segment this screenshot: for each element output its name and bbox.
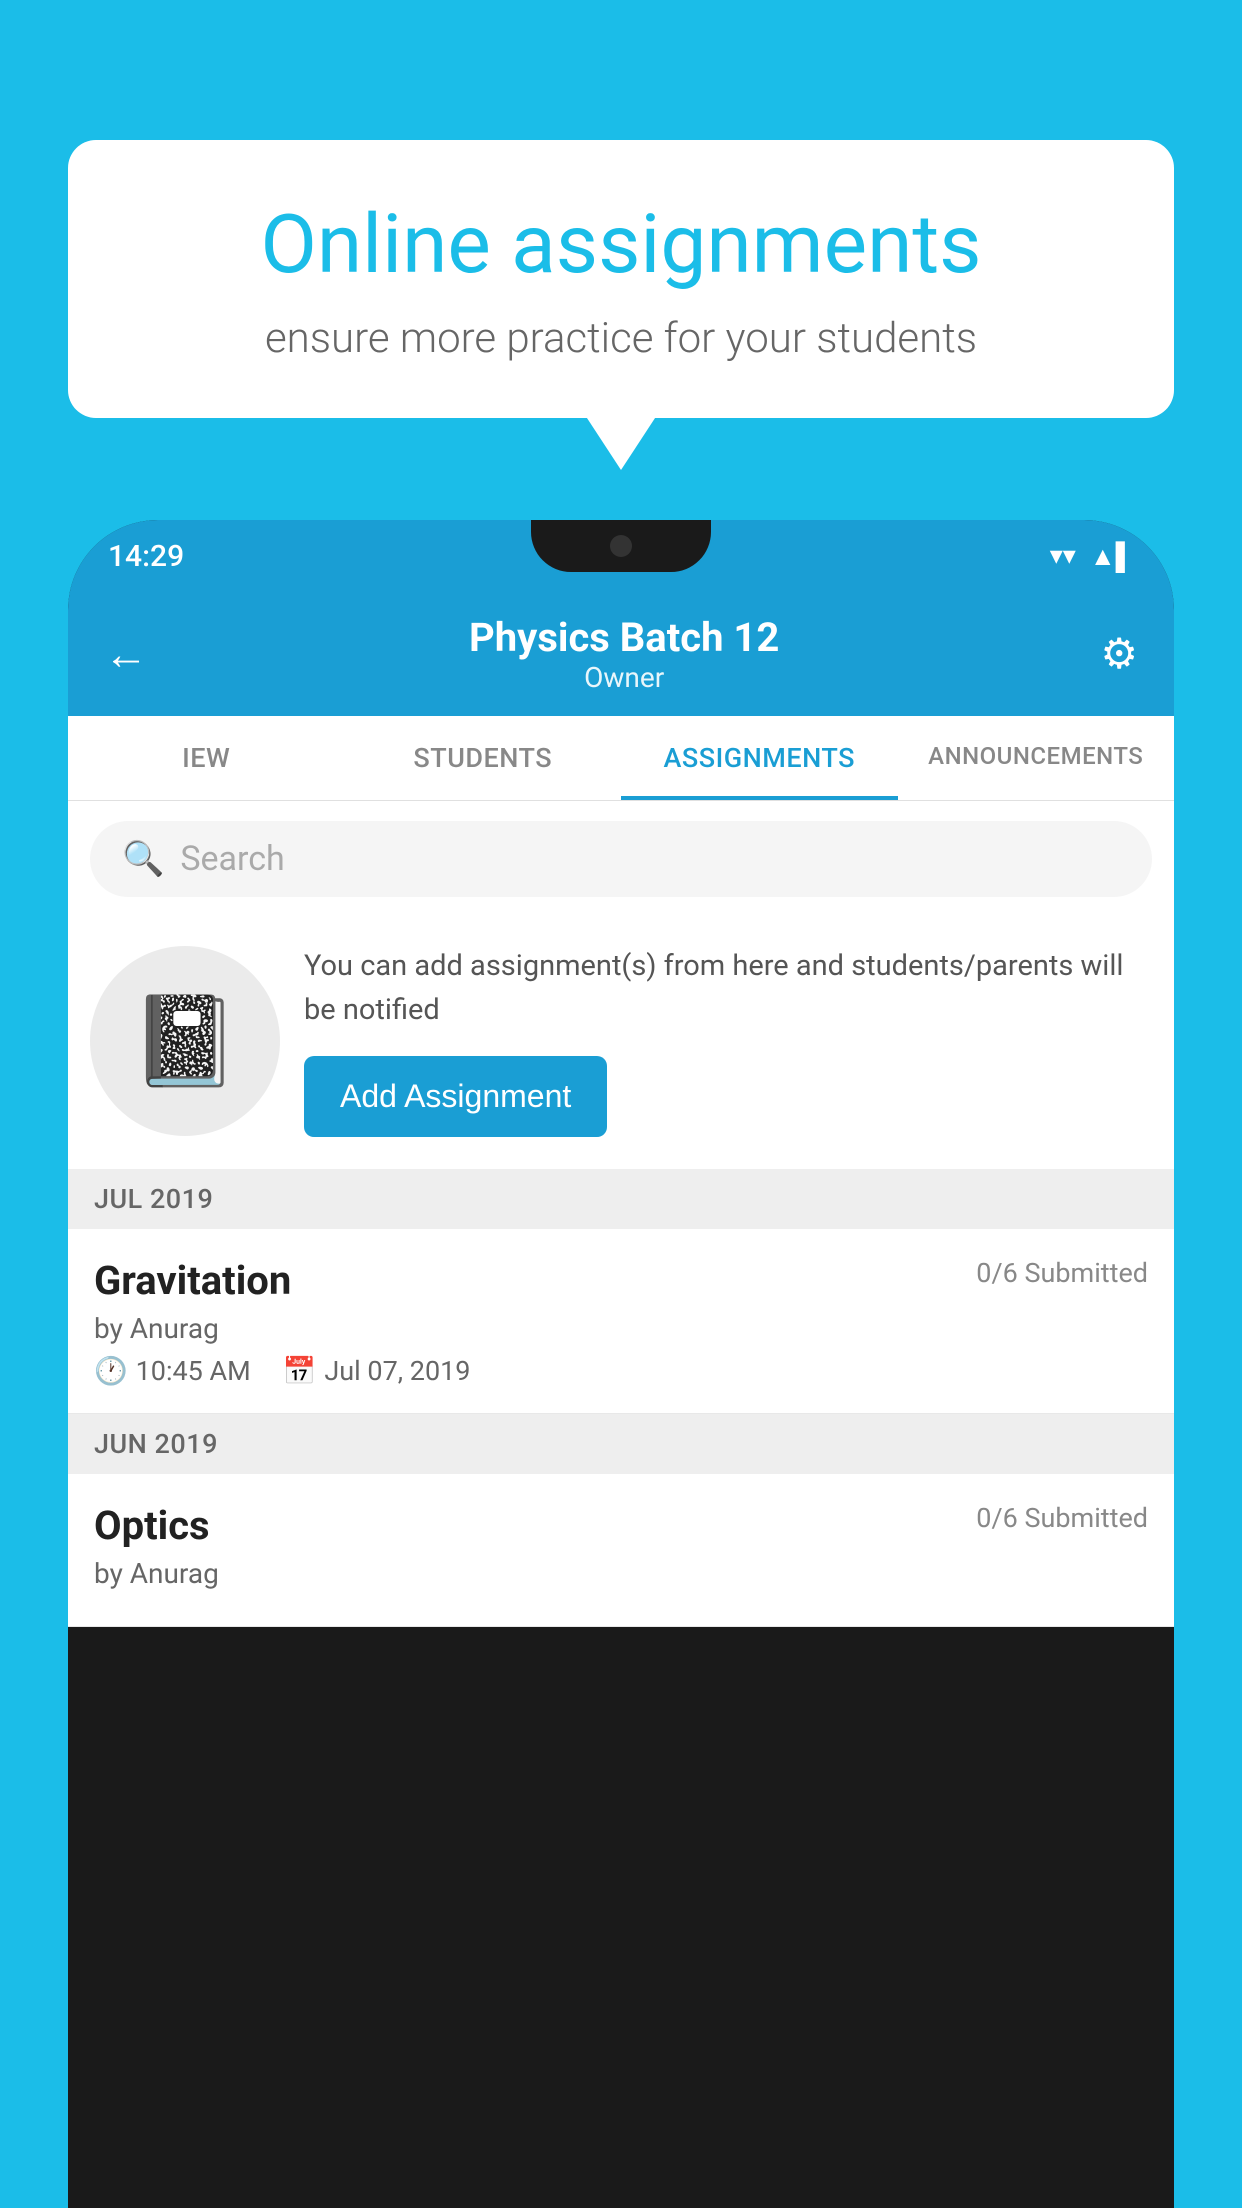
status-icons: ▾▾ ▲▌ bbox=[1050, 541, 1134, 572]
assignment-title-optics: Optics bbox=[94, 1502, 210, 1549]
search-icon: 🔍 bbox=[122, 839, 164, 879]
search-container: 🔍 Search bbox=[68, 801, 1174, 917]
assignment-date-gravitation: 📅 Jul 07, 2019 bbox=[283, 1355, 471, 1387]
signal-icon: ▲▌ bbox=[1090, 541, 1134, 572]
clock-icon: 🕐 bbox=[94, 1355, 128, 1387]
add-assignment-button[interactable]: Add Assignment bbox=[304, 1056, 607, 1137]
tab-assignments[interactable]: ASSIGNMENTS bbox=[621, 716, 898, 800]
assignment-meta-gravitation: 🕐 10:45 AM 📅 Jul 07, 2019 bbox=[94, 1355, 1148, 1387]
tab-students[interactable]: STUDENTS bbox=[345, 716, 622, 800]
assignment-author-gravitation: by Anurag bbox=[94, 1312, 1148, 1345]
notebook-icon: 📓 bbox=[130, 990, 240, 1093]
batch-title: Physics Batch 12 bbox=[469, 614, 779, 661]
assignment-time-gravitation: 🕐 10:45 AM bbox=[94, 1355, 251, 1387]
month-divider-jun: JUN 2019 bbox=[68, 1414, 1174, 1474]
promo-icon-circle: 📓 bbox=[90, 946, 280, 1136]
speech-bubble: Online assignments ensure more practice … bbox=[68, 140, 1174, 418]
assignment-row-top-optics: Optics 0/6 Submitted bbox=[94, 1502, 1148, 1549]
tab-iew[interactable]: IEW bbox=[68, 716, 345, 800]
promo-block: 📓 You can add assignment(s) from here an… bbox=[68, 917, 1174, 1169]
wifi-icon: ▾▾ bbox=[1050, 541, 1076, 571]
status-bar: 14:29 ▾▾ ▲▌ bbox=[68, 520, 1174, 592]
promo-text-block: You can add assignment(s) from here and … bbox=[304, 945, 1152, 1137]
search-bar[interactable]: 🔍 Search bbox=[90, 821, 1152, 897]
phone-camera bbox=[610, 535, 632, 557]
phone-frame: 14:29 ▾▾ ▲▌ ← Physics Batch 12 Owner ⚙ I… bbox=[68, 520, 1174, 2208]
phone-notch bbox=[531, 520, 711, 572]
speech-bubble-subtitle: ensure more practice for your students bbox=[138, 314, 1104, 363]
promo-description: You can add assignment(s) from here and … bbox=[304, 945, 1152, 1032]
calendar-icon: 📅 bbox=[283, 1355, 317, 1387]
header-title-block: Physics Batch 12 Owner bbox=[469, 614, 779, 694]
speech-bubble-container: Online assignments ensure more practice … bbox=[68, 140, 1174, 418]
phone-screen: 🔍 Search 📓 You can add assignment(s) fro… bbox=[68, 801, 1174, 1627]
batch-role: Owner bbox=[469, 661, 779, 694]
month-divider-jul: JUL 2019 bbox=[68, 1169, 1174, 1229]
app-header: ← Physics Batch 12 Owner ⚙ bbox=[68, 592, 1174, 716]
assignment-author-optics: by Anurag bbox=[94, 1557, 1148, 1590]
assignment-title-gravitation: Gravitation bbox=[94, 1257, 291, 1304]
assignment-gravitation[interactable]: Gravitation 0/6 Submitted by Anurag 🕐 10… bbox=[68, 1229, 1174, 1414]
assignment-submitted-gravitation: 0/6 Submitted bbox=[976, 1257, 1148, 1289]
assignment-optics[interactable]: Optics 0/6 Submitted by Anurag bbox=[68, 1474, 1174, 1627]
assignment-row-top: Gravitation 0/6 Submitted bbox=[94, 1257, 1148, 1304]
tab-announcements[interactable]: ANNOUNCEMENTS bbox=[898, 716, 1175, 800]
status-time: 14:29 bbox=[108, 539, 184, 574]
back-button[interactable]: ← bbox=[104, 632, 148, 676]
speech-bubble-title: Online assignments bbox=[138, 200, 1104, 290]
tab-bar: IEW STUDENTS ASSIGNMENTS ANNOUNCEMENTS bbox=[68, 716, 1174, 801]
assignment-submitted-optics: 0/6 Submitted bbox=[976, 1502, 1148, 1534]
search-placeholder: Search bbox=[180, 839, 284, 879]
assignment-date-value: Jul 07, 2019 bbox=[324, 1355, 470, 1387]
assignment-time-value: 10:45 AM bbox=[136, 1355, 251, 1387]
settings-icon[interactable]: ⚙ bbox=[1100, 629, 1138, 679]
